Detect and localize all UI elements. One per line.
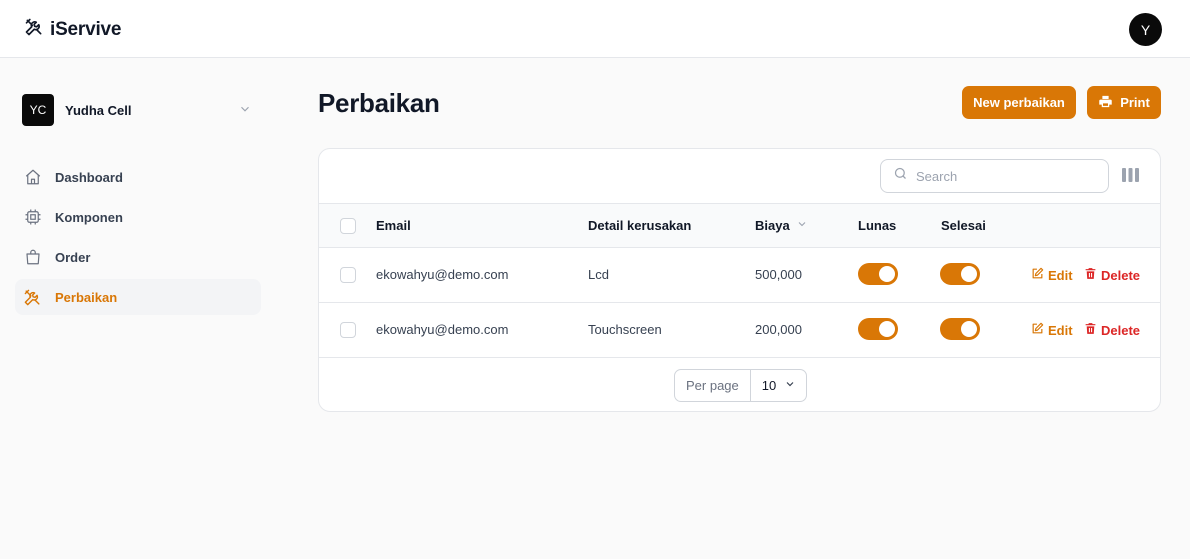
edit-button[interactable]: Edit [1031,322,1073,338]
per-page-label: Per page [675,370,751,401]
tenant-name: Yudha Cell [65,102,132,118]
per-page-value: 10 [761,378,777,393]
sidebar-item-label: Order [55,249,91,265]
pencil-square-icon [1031,322,1044,338]
row-checkbox[interactable] [340,322,356,338]
column-header-biaya[interactable]: Biaya [755,218,808,233]
toggle-knob [961,266,977,282]
delete-label: Delete [1101,267,1141,283]
sidebar-item-order[interactable]: Order [15,239,261,275]
new-perbaikan-button[interactable]: New perbaikan [962,86,1076,119]
selesai-toggle[interactable] [940,318,980,340]
trash-icon [1084,267,1097,283]
per-page-control: Per page 10 [674,369,807,402]
cell-biaya: 200,000 [755,322,802,337]
sort-chevron-down-icon [796,218,808,233]
table-footer: Per page 10 [319,358,1160,411]
column-header-email[interactable]: Email [376,218,411,233]
lunas-toggle[interactable] [858,263,898,285]
sidebar-item-label: Dashboard [55,169,123,185]
search-icon [893,166,908,186]
toggle-knob [879,266,895,282]
print-button[interactable]: Print [1087,86,1161,119]
table-row: ekowahyu@demo.com Touchscreen 200,000 Ed… [319,303,1160,358]
column-header-label: Biaya [755,218,790,233]
search-input[interactable] [916,168,1096,184]
page-title: Perbaikan [318,88,440,118]
search-field[interactable] [880,159,1109,193]
chevron-down-icon [784,378,796,393]
wrench-screwdriver-icon [24,17,44,42]
new-perbaikan-label: New perbaikan [973,95,1065,110]
wrench-screwdriver-icon [23,288,42,307]
user-avatar[interactable]: Y [1129,13,1162,46]
cell-biaya: 500,000 [755,267,802,282]
per-page-select[interactable]: 10 [751,378,796,393]
sidebar-item-perbaikan[interactable]: Perbaikan [15,279,261,315]
shopping-bag-icon [23,248,42,267]
table-card: Email Detail kerusakan Biaya Lunas Seles… [318,148,1161,412]
cpu-chip-icon [23,208,42,227]
edit-label: Edit [1048,322,1073,338]
brand[interactable]: iServive [24,17,121,42]
table-toolbar [319,149,1160,204]
sidebar: YC Yudha Cell Dashboard Komponen Order P… [0,59,280,559]
print-label: Print [1120,95,1150,110]
printer-icon [1098,94,1113,112]
delete-label: Delete [1101,322,1141,338]
cell-detail: Lcd [588,267,609,282]
tenant-switcher[interactable]: YC Yudha Cell [22,93,252,127]
delete-button[interactable]: Delete [1084,267,1140,283]
table-row: ekowahyu@demo.com Lcd 500,000 Edit Delet… [319,248,1160,303]
column-header-detail[interactable]: Detail kerusakan [588,218,691,233]
columns-toggle-icon[interactable] [1122,168,1139,187]
toggle-knob [961,321,977,337]
sidebar-item-label: Perbaikan [55,289,118,305]
edit-button[interactable]: Edit [1031,267,1073,283]
pencil-square-icon [1031,267,1044,283]
select-all-checkbox[interactable] [340,218,356,234]
delete-button[interactable]: Delete [1084,322,1140,338]
edit-label: Edit [1048,267,1073,283]
column-header-lunas[interactable]: Lunas [858,218,896,233]
selesai-toggle[interactable] [940,263,980,285]
column-header-selesai[interactable]: Selesai [941,218,986,233]
home-icon [23,168,42,187]
cell-detail: Touchscreen [588,322,662,337]
row-checkbox[interactable] [340,267,356,283]
lunas-toggle[interactable] [858,318,898,340]
sidebar-item-dashboard[interactable]: Dashboard [15,159,261,195]
sidebar-item-label: Komponen [55,209,123,225]
tenant-avatar: YC [22,94,54,126]
toggle-knob [879,321,895,337]
cell-email: ekowahyu@demo.com [376,322,509,337]
table-header: Email Detail kerusakan Biaya Lunas Seles… [319,204,1160,248]
trash-icon [1084,322,1097,338]
app-name: iServive [50,18,122,40]
sidebar-item-komponen[interactable]: Komponen [15,199,261,235]
chevron-down-icon [238,102,252,121]
cell-email: ekowahyu@demo.com [376,267,509,282]
top-bar: iServive Y [0,0,1190,58]
